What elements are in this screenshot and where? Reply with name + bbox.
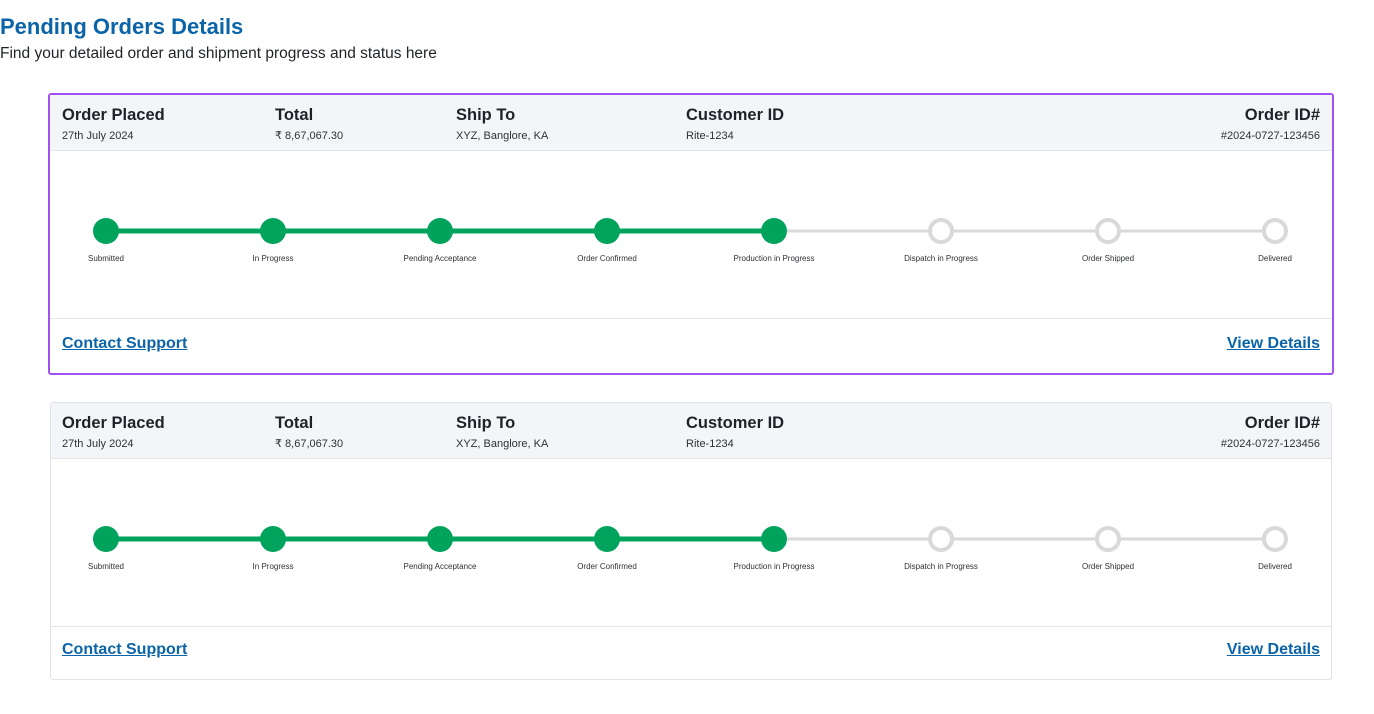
progress-track-graphic	[93, 526, 1288, 552]
ship-to-value: XYZ, Banglore, KA	[456, 130, 549, 142]
order-id-label: Order ID#	[1244, 414, 1320, 432]
order-progress-tracker: Submitted In Progress Pending Acceptance Or…	[50, 150, 1332, 319]
step-pending-icon	[1095, 218, 1121, 244]
customer-id-value: Rite-1234	[686, 130, 734, 142]
page-subtitle: Find your detailed order and shipment pr…	[0, 45, 437, 62]
step-complete-icon	[260, 218, 286, 244]
step-label: Production in Progress	[733, 254, 815, 263]
step-label: Dispatch in Progress	[904, 562, 978, 571]
order-card[interactable]: Order Placed 27th July 2024 Total ₹ 8,67…	[48, 93, 1334, 375]
customer-id-column: Customer ID Rite-1234	[686, 413, 784, 451]
total-value: ₹ 8,67,067.30	[275, 130, 344, 142]
order-placed-value: 27th July 2024	[62, 130, 134, 142]
order-card-footer: Contact Support View Details	[51, 624, 1331, 679]
order-card-header: Order Placed 27th July 2024 Total ₹ 8,67…	[50, 95, 1332, 151]
order-id-value: #2024-0727-123456	[1220, 438, 1320, 450]
step-complete-icon	[761, 218, 787, 244]
step-complete-icon	[427, 218, 453, 244]
customer-id-value: Rite-1234	[686, 438, 734, 450]
total-label: Total	[275, 106, 314, 124]
order-card[interactable]: Order Placed 27th July 2024 Total ₹ 8,67…	[50, 402, 1332, 680]
order-id-column: Order ID# #2024-0727-123456	[1221, 105, 1320, 143]
step-label: In Progress	[252, 254, 294, 263]
order-id-value: #2024-0727-123456	[1220, 130, 1320, 142]
ship-to-label: Ship To	[456, 414, 516, 432]
order-card-header: Order Placed 27th July 2024 Total ₹ 8,67…	[51, 403, 1331, 459]
ship-to-value: XYZ, Banglore, KA	[456, 438, 549, 450]
progress-track-graphic	[93, 218, 1288, 244]
order-placed-column: Order Placed 27th July 2024	[62, 413, 165, 451]
view-details-link[interactable]: View Details	[1227, 335, 1320, 353]
order-progress-tracker: Submitted In Progress Pending Acceptance Or…	[51, 458, 1331, 627]
order-placed-label: Order Placed	[62, 414, 165, 432]
customer-id-label: Customer ID	[686, 106, 785, 124]
total-column: Total ₹ 8,67,067.30	[275, 105, 343, 143]
step-label: Order Confirmed	[577, 254, 637, 263]
step-label: Order Shipped	[1081, 254, 1135, 263]
order-card-footer: Contact Support View Details	[50, 318, 1332, 373]
total-column: Total ₹ 8,67,067.30	[275, 413, 343, 451]
contact-support-link[interactable]: Contact Support	[62, 641, 187, 659]
step-label: Delivered	[1258, 562, 1292, 571]
page-title: Pending Orders Details	[0, 14, 244, 39]
step-label: Order Shipped	[1081, 562, 1135, 571]
step-pending-icon	[1262, 218, 1288, 244]
total-label: Total	[275, 414, 314, 432]
step-complete-icon	[260, 526, 286, 552]
ship-to-column: Ship To XYZ, Banglore, KA	[456, 413, 548, 451]
order-placed-value: 27th July 2024	[62, 438, 134, 450]
total-value: ₹ 8,67,067.30	[275, 438, 344, 450]
step-pending-icon	[928, 526, 954, 552]
step-complete-icon	[761, 526, 787, 552]
step-label: Submitted	[87, 562, 125, 571]
step-complete-icon	[93, 218, 119, 244]
step-complete-icon	[594, 218, 620, 244]
step-complete-icon	[93, 526, 119, 552]
order-id-label: Order ID#	[1244, 106, 1320, 124]
customer-id-column: Customer ID Rite-1234	[686, 105, 784, 143]
step-pending-icon	[1262, 526, 1288, 552]
step-label: In Progress	[252, 562, 294, 571]
step-complete-icon	[594, 526, 620, 552]
step-pending-icon	[928, 218, 954, 244]
step-label: Pending Acceptance	[403, 254, 477, 263]
step-label: Dispatch in Progress	[904, 254, 978, 263]
view-details-link[interactable]: View Details	[1227, 641, 1320, 659]
step-complete-icon	[427, 526, 453, 552]
step-label: Pending Acceptance	[403, 562, 477, 571]
step-label: Delivered	[1258, 254, 1292, 263]
step-label: Production in Progress	[733, 562, 815, 571]
step-pending-icon	[1095, 526, 1121, 552]
ship-to-label: Ship To	[456, 106, 516, 124]
customer-id-label: Customer ID	[686, 414, 785, 432]
contact-support-link[interactable]: Contact Support	[62, 335, 187, 353]
step-label: Submitted	[87, 254, 125, 263]
ship-to-column: Ship To XYZ, Banglore, KA	[456, 105, 548, 143]
order-placed-label: Order Placed	[62, 106, 165, 124]
order-id-column: Order ID# #2024-0727-123456	[1221, 413, 1320, 451]
order-placed-column: Order Placed 27th July 2024	[62, 105, 165, 143]
step-label: Order Confirmed	[577, 562, 637, 571]
